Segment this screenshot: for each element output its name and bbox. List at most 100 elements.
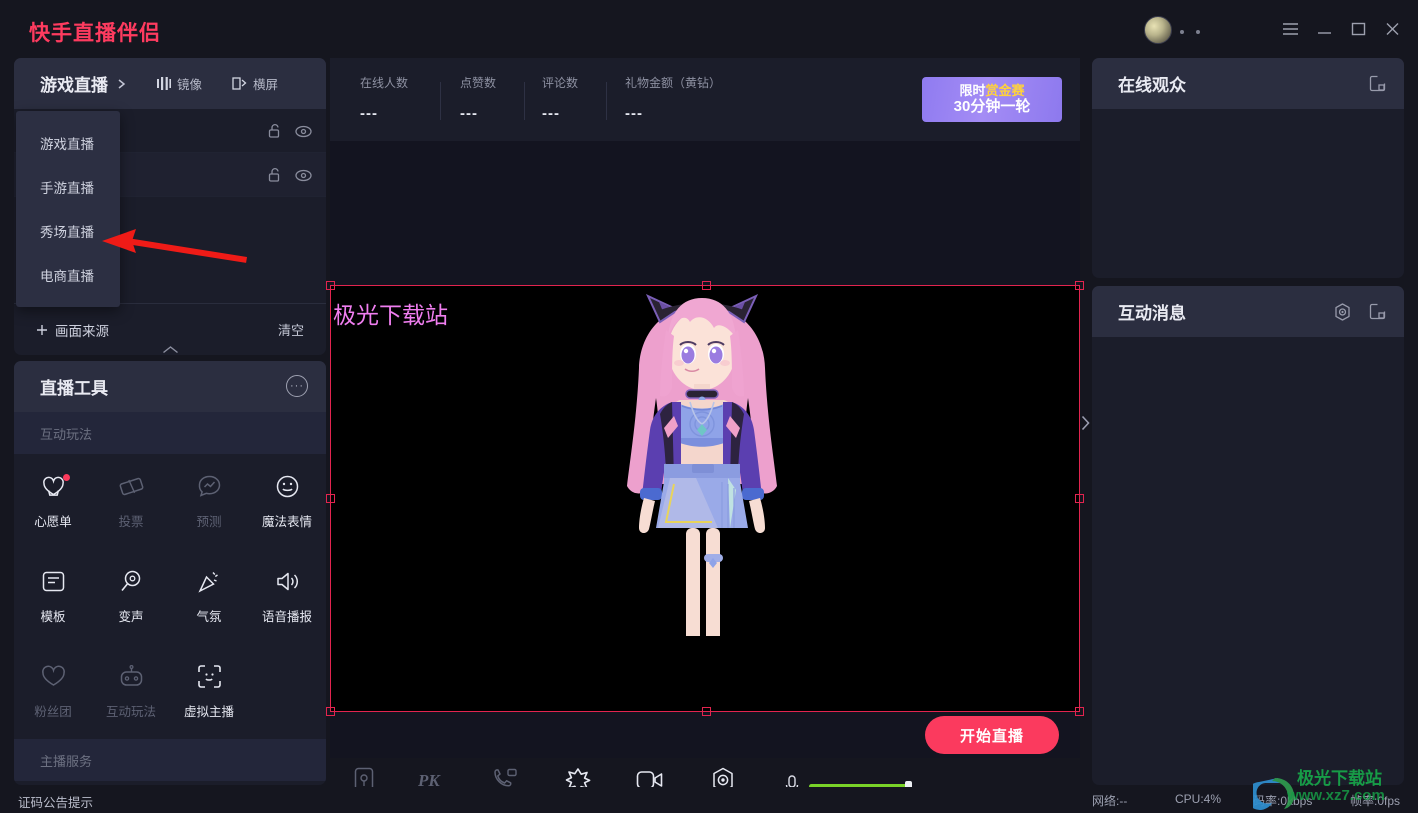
go-live-button[interactable]: 开始直播 bbox=[925, 716, 1059, 754]
app-brand-title: 快手直播伴侣 bbox=[29, 22, 161, 45]
dropdown-item-mobile-game-live[interactable]: 手游直播 bbox=[16, 165, 120, 209]
eye-icon[interactable] bbox=[295, 169, 312, 182]
tool-label: 变声 bbox=[118, 609, 144, 624]
status-notice[interactable]: 证码公告提示 bbox=[18, 792, 93, 811]
status-bitrate: 码率:0kbps bbox=[1253, 794, 1313, 808]
promo-line1: 限时赏金赛 bbox=[959, 83, 1025, 99]
landscape-button[interactable]: 横屏 bbox=[232, 74, 278, 93]
interaction-messages-panel: 互动消息 bbox=[1092, 286, 1404, 785]
stat-online-viewers: 在线人数 --- bbox=[360, 74, 408, 122]
center-column: 在线人数 --- 点赞数 --- 评论数 --- 礼物金额（黄钻） --- 限时… bbox=[326, 58, 1084, 813]
resize-handle-tr[interactable] bbox=[1075, 281, 1084, 290]
divider bbox=[440, 82, 441, 120]
status-fps: 帧率:0fps bbox=[1350, 794, 1401, 808]
eye-icon[interactable] bbox=[295, 125, 312, 138]
live-tools-header: 直播工具 ··· bbox=[14, 361, 326, 412]
left-column: 游戏直播 镜像 横屏 画面来源 清空 游戏直播 手游直播 秀场直播 电商直播 直… bbox=[14, 58, 326, 785]
avatar[interactable] bbox=[1144, 16, 1172, 44]
avatar-badges bbox=[1180, 28, 1216, 36]
status-network: 网络:-- bbox=[1092, 794, 1128, 808]
add-source-label: 画面来源 bbox=[55, 323, 109, 339]
wishlist-icon bbox=[41, 474, 66, 500]
resize-handle-tl[interactable] bbox=[326, 281, 335, 290]
interaction-messages-list[interactable] bbox=[1092, 337, 1404, 785]
resize-handle-bc[interactable] bbox=[702, 707, 711, 716]
tool-magic-emoji[interactable]: 魔法表情 bbox=[248, 454, 326, 549]
gear-icon[interactable] bbox=[1334, 302, 1351, 321]
tool-label: 粉丝团 bbox=[34, 704, 72, 719]
clear-sources-button[interactable]: 清空 bbox=[278, 320, 304, 339]
right-column: 在线观众 互动消息 bbox=[1092, 58, 1404, 785]
divider bbox=[606, 82, 607, 120]
hamburger-icon[interactable] bbox=[1276, 16, 1304, 42]
speaker-icon bbox=[275, 569, 300, 595]
tools-section-interactive-label: 互动玩法 bbox=[14, 412, 326, 454]
promo-banner[interactable]: 限时赏金赛 30分钟一轮 bbox=[922, 77, 1062, 122]
resize-handle-br[interactable] bbox=[1075, 707, 1084, 716]
tool-label: 互动玩法 bbox=[105, 704, 156, 719]
dropdown-item-show-live[interactable]: 秀场直播 bbox=[16, 209, 120, 253]
tool-label: 虚拟主播 bbox=[183, 704, 234, 719]
unlock-icon[interactable] bbox=[268, 167, 283, 183]
dropdown-item-game-live[interactable]: 游戏直播 bbox=[16, 121, 120, 165]
status-bar: 证码公告提示 网络:-- CPU:4% 码率:0kbps 帧率:0fps bbox=[0, 787, 1418, 813]
tools-grid-services bbox=[14, 781, 326, 785]
stat-comments: 评论数 --- bbox=[542, 74, 578, 122]
tool-wishlist[interactable]: 心愿单 bbox=[14, 454, 92, 549]
app-window: 快手直播伴侣 游戏直播 镜像 横屏 画面来源 清空 游戏直播 手游直播 秀场直播… bbox=[0, 0, 1418, 813]
popout-icon[interactable] bbox=[1369, 303, 1386, 320]
dropdown-item-ecommerce-live[interactable]: 电商直播 bbox=[16, 253, 120, 297]
scene-panel-header: 游戏直播 镜像 横屏 bbox=[14, 58, 326, 109]
tool-template[interactable]: 模板 bbox=[14, 549, 92, 644]
voice-change-icon bbox=[119, 569, 144, 595]
chevron-right-icon[interactable] bbox=[1080, 410, 1090, 436]
tools-section-services-label: 主播服务 bbox=[14, 739, 326, 781]
stats-bar: 在线人数 --- 点赞数 --- 评论数 --- 礼物金额（黄钻） --- 限时… bbox=[330, 58, 1080, 141]
mirror-button[interactable]: 镜像 bbox=[157, 74, 202, 93]
stat-value: --- bbox=[360, 105, 378, 122]
preview-area[interactable]: 极光下载站 bbox=[326, 141, 1084, 758]
popout-icon[interactable] bbox=[1369, 75, 1386, 92]
tool-fan-club[interactable]: 粉丝团 bbox=[14, 644, 92, 739]
selection-frame[interactable] bbox=[326, 281, 1084, 716]
party-icon bbox=[197, 569, 222, 595]
game-icon bbox=[119, 664, 144, 690]
resize-handle-tc[interactable] bbox=[702, 281, 711, 290]
tool-voice-changer[interactable]: 变声 bbox=[92, 549, 170, 644]
online-viewers-title: 在线观众 bbox=[1118, 76, 1186, 95]
heart-icon bbox=[41, 664, 66, 690]
template-icon bbox=[41, 569, 66, 595]
promo-line2: 30分钟一轮 bbox=[953, 97, 1031, 115]
tool-atmosphere[interactable]: 气氛 bbox=[170, 549, 248, 644]
tool-predict[interactable]: 预测 bbox=[170, 454, 248, 549]
tool-vote[interactable]: 投票 bbox=[92, 454, 170, 549]
tool-virtual-streamer[interactable]: 虚拟主播 bbox=[170, 644, 248, 739]
add-source-button[interactable]: 画面来源 bbox=[36, 320, 109, 340]
tool-interactive-games[interactable]: 互动玩法 bbox=[92, 644, 170, 739]
tool-service-2[interactable] bbox=[92, 781, 170, 785]
minimize-icon[interactable] bbox=[1310, 16, 1338, 42]
close-icon[interactable] bbox=[1378, 16, 1406, 42]
resize-handle-bl[interactable] bbox=[326, 707, 335, 716]
scene-panel: 游戏直播 镜像 横屏 画面来源 清空 游戏直播 手游直播 秀场直播 电商直播 bbox=[14, 58, 326, 355]
tool-voice-broadcast[interactable]: 语音播报 bbox=[248, 549, 326, 644]
live-mode-dropdown[interactable]: 游戏直播 手游直播 秀场直播 电商直播 bbox=[16, 111, 120, 307]
online-viewers-panel: 在线观众 bbox=[1092, 58, 1404, 278]
interaction-messages-header: 互动消息 bbox=[1092, 286, 1404, 337]
more-dots-icon[interactable]: ··· bbox=[286, 375, 308, 397]
resize-handle-mr[interactable] bbox=[1075, 494, 1084, 503]
scene-mode-title[interactable]: 游戏直播 bbox=[40, 71, 108, 96]
stat-key: 礼物金额（黄钻） bbox=[625, 76, 722, 90]
tool-label: 预测 bbox=[196, 514, 222, 529]
chevron-up-icon[interactable] bbox=[14, 345, 326, 355]
unlock-icon[interactable] bbox=[268, 123, 283, 139]
online-viewers-list[interactable] bbox=[1092, 109, 1404, 278]
tool-label: 气氛 bbox=[196, 609, 222, 624]
tool-service-1[interactable] bbox=[14, 781, 92, 785]
maximize-icon[interactable] bbox=[1344, 16, 1372, 42]
face-scan-icon bbox=[197, 664, 222, 690]
resize-handle-ml[interactable] bbox=[326, 494, 335, 503]
chevron-right-icon[interactable] bbox=[115, 78, 127, 90]
new-badge-dot bbox=[62, 474, 70, 481]
stat-value: --- bbox=[460, 105, 478, 122]
